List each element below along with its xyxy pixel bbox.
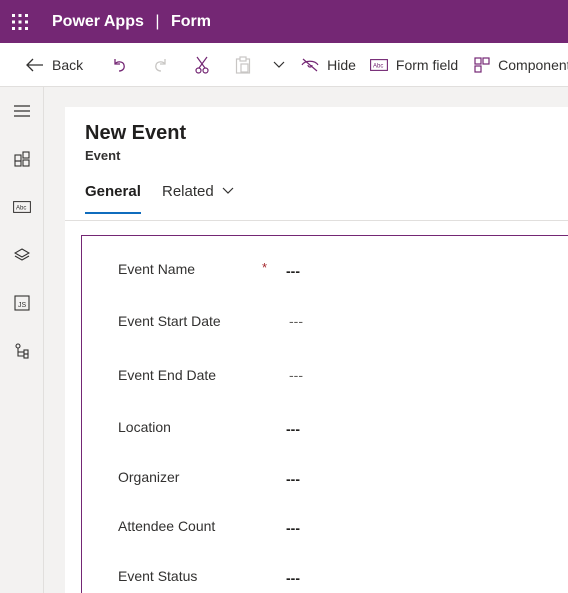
tab-related-label: Related xyxy=(162,183,214,200)
field-label-event-start-date: Event Start Date xyxy=(118,313,221,329)
title-separator: | xyxy=(155,12,160,30)
back-label: Back xyxy=(52,56,84,73)
back-arrow-icon xyxy=(26,58,43,71)
hide-label: Hide xyxy=(327,56,356,73)
components-icon xyxy=(14,151,30,167)
undo-button[interactable] xyxy=(97,43,141,86)
redo-button[interactable] xyxy=(141,43,181,86)
component-icon xyxy=(474,56,490,73)
hamburger-icon xyxy=(14,105,30,117)
nav-business-rules[interactable] xyxy=(0,331,44,371)
field-label-organizer: Organizer xyxy=(118,469,180,485)
js-icon: JS xyxy=(14,295,30,311)
page-name: Form xyxy=(170,12,211,30)
required-indicator: * xyxy=(262,260,268,275)
back-button[interactable]: Back xyxy=(0,43,93,86)
redo-icon xyxy=(155,58,166,72)
form-field-button[interactable]: Abc Form field xyxy=(366,43,468,86)
tab-general-label: General xyxy=(85,183,141,200)
more-dropdown-button[interactable] xyxy=(267,43,291,86)
svg-text:Abc: Abc xyxy=(16,206,26,212)
nav-table-columns[interactable]: Abc xyxy=(0,187,44,227)
component-button[interactable]: Component xyxy=(468,43,568,86)
nav-components[interactable] xyxy=(0,139,44,179)
field-label-attendee-count: Attendee Count xyxy=(118,518,216,534)
form-title: New Event xyxy=(85,122,187,144)
field-label-event-name: Event Name xyxy=(118,261,196,277)
chevron-down-icon xyxy=(273,61,285,68)
field-value-event-status[interactable]: --- xyxy=(286,570,300,586)
cut-button[interactable] xyxy=(181,43,223,86)
left-nav-rail: Abc JS xyxy=(0,87,44,593)
tab-selected-indicator xyxy=(85,212,141,214)
form-field-label: Form field xyxy=(395,56,459,73)
scissors-icon xyxy=(195,56,209,74)
field-label-event-end-date: Event End Date xyxy=(118,367,217,383)
layers-icon xyxy=(14,248,30,261)
eye-hide-icon xyxy=(301,58,319,71)
form-preview: New Event Event General Related Event Na… xyxy=(65,107,568,593)
undo-icon xyxy=(114,58,125,72)
flow-icon xyxy=(15,343,29,359)
command-bar: Back Hide Abc Form field Component xyxy=(0,43,568,87)
component-label: Component xyxy=(498,56,568,73)
app-title: Power Apps | Form xyxy=(52,13,211,31)
field-value-event-name[interactable]: --- xyxy=(286,263,300,279)
header-divider xyxy=(65,220,568,221)
field-value-attendee-count[interactable]: --- xyxy=(286,520,300,536)
hamburger-menu-button[interactable] xyxy=(0,91,44,131)
app-launcher-icon[interactable] xyxy=(0,0,40,43)
form-entity: Event xyxy=(85,148,121,163)
paste-button[interactable] xyxy=(223,43,263,86)
field-label-location: Location xyxy=(118,419,171,435)
app-header: Power Apps | Form xyxy=(0,0,568,43)
hide-button[interactable]: Hide xyxy=(291,43,366,86)
chevron-down-icon xyxy=(222,187,234,194)
field-value-event-end-date[interactable]: --- xyxy=(289,367,303,383)
field-value-organizer[interactable]: --- xyxy=(286,471,300,487)
nav-tree-view[interactable] xyxy=(0,235,44,275)
clipboard-icon xyxy=(236,55,251,74)
app-name: Power Apps xyxy=(52,12,144,30)
form-section[interactable]: Event Name * --- Event Start Date --- Ev… xyxy=(81,235,568,593)
field-value-event-start-date[interactable]: --- xyxy=(289,313,303,329)
text-field-icon: Abc xyxy=(13,201,31,213)
svg-text:JS: JS xyxy=(18,302,27,309)
field-value-location[interactable]: --- xyxy=(286,421,300,437)
form-canvas: New Event Event General Related Event Na… xyxy=(45,87,568,593)
text-field-icon: Abc xyxy=(369,58,388,71)
svg-text:Abc: Abc xyxy=(373,63,383,69)
field-label-event-status: Event Status xyxy=(118,568,198,584)
tab-general[interactable]: General xyxy=(85,183,141,213)
tab-related[interactable]: Related xyxy=(162,183,234,213)
nav-form-libraries[interactable]: JS xyxy=(0,283,44,323)
